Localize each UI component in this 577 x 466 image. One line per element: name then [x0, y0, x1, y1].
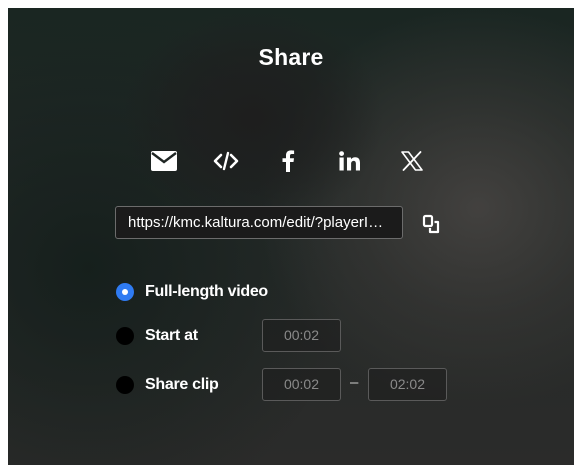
x-twitter-icon[interactable] — [396, 148, 428, 174]
option-share-clip[interactable]: Share clip — [116, 376, 219, 394]
email-icon[interactable] — [148, 148, 180, 174]
share-url-input[interactable]: https://kmc.kaltura.com/edit/?playerId=0… — [115, 206, 403, 239]
option-start-at[interactable]: Start at — [116, 327, 198, 345]
copy-icon[interactable] — [421, 213, 443, 235]
start-at-time-input[interactable]: 00:02 — [262, 319, 341, 352]
option-start-at-label: Start at — [145, 327, 198, 344]
clip-range-separator: – — [350, 374, 359, 391]
embed-code-icon[interactable] — [210, 148, 242, 174]
radio-share-clip[interactable] — [116, 376, 134, 394]
option-full-length[interactable]: Full-length video — [116, 283, 268, 301]
clip-start-time-input[interactable]: 00:02 — [262, 368, 341, 401]
facebook-icon[interactable] — [272, 148, 304, 174]
option-full-length-label: Full-length video — [145, 283, 268, 300]
linkedin-icon[interactable] — [334, 148, 366, 174]
option-share-clip-label: Share clip — [145, 376, 219, 393]
radio-selected-dot — [122, 289, 128, 295]
share-title: Share — [258, 44, 324, 70]
radio-full-length[interactable] — [116, 283, 134, 301]
clip-end-time-input[interactable]: 02:02 — [368, 368, 447, 401]
share-icons-row — [148, 148, 428, 174]
share-overlay: Share https://kmc.kaltura.com/edit/?play… — [8, 8, 574, 465]
radio-start-at[interactable] — [116, 327, 134, 345]
